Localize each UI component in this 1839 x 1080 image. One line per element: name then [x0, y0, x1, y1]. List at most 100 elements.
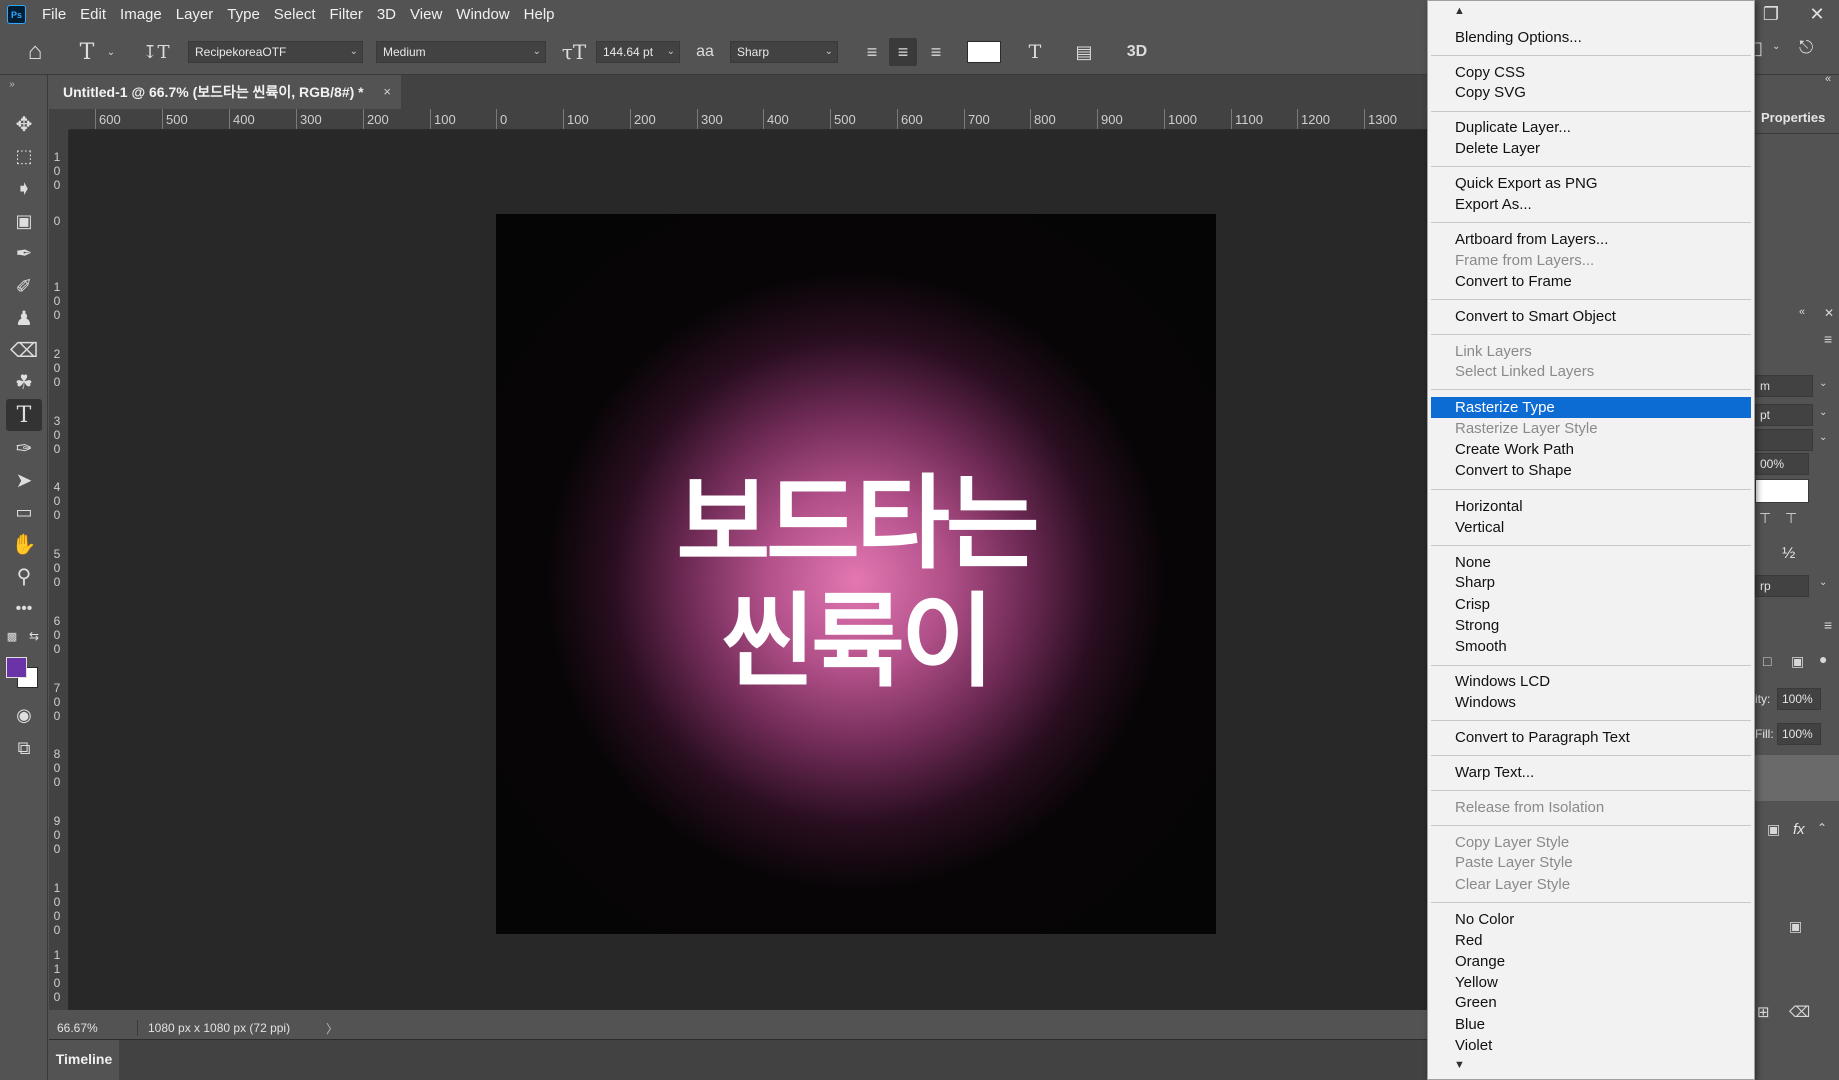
path-select-icon[interactable]: ➤: [6, 464, 42, 496]
menu-item-export-as[interactable]: Export As...: [1429, 194, 1753, 215]
chevron-down-icon[interactable]: ⌄: [1819, 432, 1827, 443]
menu-item-green[interactable]: Green: [1429, 992, 1753, 1013]
canvas-workspace[interactable]: 보드타는 씬륙이: [69, 130, 1459, 1010]
artboard-filter-icon[interactable]: □: [1763, 653, 1771, 669]
menu-item-create-work-path[interactable]: Create Work Path: [1429, 439, 1753, 460]
menu-image[interactable]: Image: [113, 0, 169, 29]
menu-item-aa-strong[interactable]: Strong: [1429, 615, 1753, 636]
collapse-toolbar-icon[interactable]: »: [2, 78, 22, 90]
hand-icon[interactable]: ✋: [6, 528, 42, 560]
menu-item-delete-layer[interactable]: Delete Layer: [1429, 138, 1753, 159]
type-tool-preset-icon[interactable]: T: [74, 36, 100, 68]
default-colors-icon[interactable]: ▩: [2, 629, 22, 643]
antialias-select[interactable]: Sharp ⌄: [730, 41, 838, 63]
menu-item-red[interactable]: Red: [1429, 930, 1753, 951]
opacity-field[interactable]: 100%: [1777, 688, 1821, 710]
type-icon[interactable]: T: [6, 399, 42, 431]
menu-edit[interactable]: Edit: [73, 0, 113, 29]
restore-window-icon[interactable]: ❐: [1749, 0, 1793, 28]
collapse-panels-icon[interactable]: «: [1825, 73, 1831, 85]
menu-item-windows[interactable]: Windows: [1429, 692, 1753, 713]
menu-item-convert-to-smart-object[interactable]: Convert to Smart Object: [1429, 306, 1753, 327]
menu-view[interactable]: View: [403, 0, 449, 29]
panel-menu-icon[interactable]: ≡: [1824, 331, 1832, 347]
quick-mask-icon[interactable]: ◉: [6, 699, 42, 731]
canvas-text-line-2[interactable]: 씬륙이: [496, 560, 1216, 707]
panel-field[interactable]: [1755, 429, 1813, 451]
zoom-icon[interactable]: ⚲: [6, 560, 42, 592]
scroll-down-arrow-icon[interactable]: ▼: [1454, 1059, 1465, 1071]
menu-item-no-color[interactable]: No Color: [1429, 909, 1753, 930]
menu-file[interactable]: File: [39, 0, 73, 29]
menu-type[interactable]: Type: [220, 0, 267, 29]
lasso-icon[interactable]: ➧: [6, 172, 42, 204]
menu-layer[interactable]: Layer: [169, 0, 221, 29]
menu-item-rasterize-type[interactable]: Rasterize Type: [1431, 397, 1751, 418]
layer-effects-icon[interactable]: fx: [1793, 821, 1805, 838]
menu-item-blending-options[interactable]: Blending Options...: [1429, 27, 1753, 48]
marquee-icon[interactable]: ⬚: [6, 140, 42, 172]
vertical-ruler[interactable]: 100 0 100 200 300 400 500 600 700 800 90…: [49, 130, 69, 1010]
object-select-icon[interactable]: ▣: [6, 205, 42, 237]
align-center-icon[interactable]: ≡: [889, 38, 917, 66]
eyedropper-icon[interactable]: ✒: [6, 237, 42, 269]
menu-item-copy-svg[interactable]: Copy SVG: [1429, 82, 1753, 103]
menu-item-violet[interactable]: Violet: [1429, 1035, 1753, 1056]
chevron-down-icon[interactable]: ⌄: [1772, 41, 1780, 52]
menu-item-blue[interactable]: Blue: [1429, 1014, 1753, 1035]
layer-row-selected[interactable]: [1755, 755, 1839, 801]
close-window-icon[interactable]: ✕: [1795, 0, 1839, 28]
swap-colors-icon[interactable]: ⇆: [24, 629, 44, 643]
fill-field[interactable]: 100%: [1777, 723, 1821, 745]
menu-3d[interactable]: 3D: [370, 0, 403, 29]
fraction-icon[interactable]: ½: [1782, 545, 1795, 563]
chevron-up-icon[interactable]: ⌃: [1817, 821, 1827, 835]
move-icon[interactable]: ✥: [6, 108, 42, 140]
align-right-icon[interactable]: ≡: [922, 38, 950, 66]
menu-item-copy-css[interactable]: Copy CSS: [1429, 62, 1753, 83]
character-panel-icon[interactable]: ▤: [1071, 38, 1097, 66]
panel-field[interactable]: m: [1755, 375, 1813, 397]
menu-window[interactable]: Window: [449, 0, 516, 29]
chevron-down-icon[interactable]: ⌄: [1819, 378, 1827, 389]
foreground-color-swatch[interactable]: [6, 657, 27, 678]
paint-bucket-icon[interactable]: ☘: [6, 366, 42, 398]
filter-toggle-icon[interactable]: ●: [1819, 651, 1827, 667]
collapse-icon[interactable]: «: [1799, 306, 1805, 318]
menu-item-convert-to-frame[interactable]: Convert to Frame: [1429, 271, 1753, 292]
menu-item-yellow[interactable]: Yellow: [1429, 972, 1753, 993]
lock-filter-icon[interactable]: ▣: [1791, 653, 1804, 670]
chevron-down-icon[interactable]: ⌄: [1819, 407, 1827, 418]
menu-select[interactable]: Select: [267, 0, 323, 29]
panel-field[interactable]: pt: [1755, 404, 1813, 426]
status-menu-arrow-icon[interactable]: 〉: [326, 1020, 338, 1037]
panel-menu-icon[interactable]: ≡: [1824, 617, 1832, 633]
strikethrough-icon[interactable]: ⊤: [1785, 510, 1797, 527]
menu-item-aa-smooth[interactable]: Smooth: [1429, 636, 1753, 657]
brush-icon[interactable]: ✐: [6, 270, 42, 302]
chevron-down-icon[interactable]: ⌄: [104, 36, 118, 68]
chevron-down-icon[interactable]: ⌄: [1819, 577, 1827, 588]
zoom-level[interactable]: 66.67%: [57, 1021, 98, 1035]
horizontal-ruler[interactable]: 600 500 400 300 200 100 0 100 200 300 40…: [69, 109, 1459, 130]
menu-item-convert-to-shape[interactable]: Convert to Shape: [1429, 460, 1753, 481]
stamp-icon[interactable]: ♟: [6, 302, 42, 334]
type-option-icon[interactable]: ⊤: [1759, 510, 1771, 527]
menu-help[interactable]: Help: [517, 0, 562, 29]
rectangle-icon[interactable]: ▭: [6, 496, 42, 528]
menu-item-orange[interactable]: Orange: [1429, 951, 1753, 972]
menu-item-duplicate-layer[interactable]: Duplicate Layer...: [1429, 117, 1753, 138]
menu-item-vertical[interactable]: Vertical: [1429, 517, 1753, 538]
color-swatch[interactable]: [1755, 479, 1809, 503]
scroll-up-arrow-icon[interactable]: ▲: [1454, 5, 1465, 17]
panel-field[interactable]: 00%: [1755, 453, 1809, 475]
menu-item-horizontal[interactable]: Horizontal: [1429, 496, 1753, 517]
close-tab-icon[interactable]: ×: [383, 75, 391, 109]
menu-item-artboard-from-layers[interactable]: Artboard from Layers...: [1429, 229, 1753, 250]
menu-item-quick-export-png[interactable]: Quick Export as PNG: [1429, 173, 1753, 194]
menu-item-warp-text[interactable]: Warp Text...: [1429, 762, 1753, 783]
document-tab[interactable]: Untitled-1 @ 66.7% (보드타는 씬륙이, RGB/8#) * …: [49, 75, 401, 109]
share-icon[interactable]: ⎋: [1799, 37, 1813, 58]
properties-panel-title[interactable]: Properties: [1761, 110, 1825, 125]
screen-mode-icon[interactable]: ⧉: [6, 732, 42, 764]
